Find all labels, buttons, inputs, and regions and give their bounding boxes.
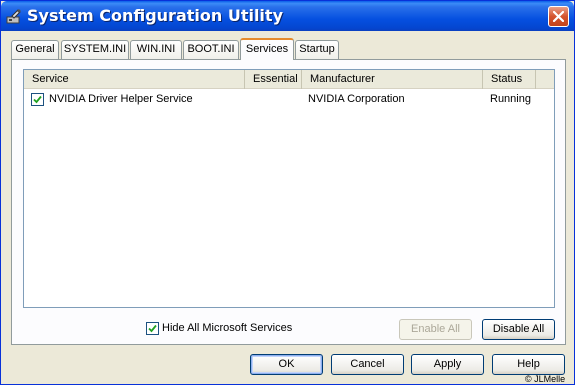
system-config-icon <box>6 8 22 24</box>
table-row[interactable]: NVIDIA Driver Helper Service NVIDIA Corp… <box>24 90 554 108</box>
help-button[interactable]: Help <box>492 354 565 375</box>
service-name: NVIDIA Driver Helper Service <box>49 93 193 105</box>
enable-all-button[interactable]: Enable All <box>399 319 472 340</box>
hide-microsoft-services-checkbox[interactable] <box>146 322 159 335</box>
checkmark-icon <box>33 95 42 104</box>
column-header-status[interactable]: Status <box>483 70 536 89</box>
column-header-service[interactable]: Service <box>24 70 245 89</box>
list-header: Service Essential Manufacturer Status <box>24 70 554 89</box>
tab-startup[interactable]: Startup <box>295 40 339 59</box>
title-bar[interactable]: System Configuration Utility <box>1 1 574 31</box>
tab-services[interactable]: Services <box>240 38 294 60</box>
close-button[interactable] <box>548 6 569 27</box>
tab-system-ini[interactable]: SYSTEM.INI <box>61 40 129 59</box>
cancel-button[interactable]: Cancel <box>331 354 404 375</box>
ok-button[interactable]: OK <box>250 354 323 375</box>
tab-win-ini[interactable]: WIN.INI <box>130 40 182 59</box>
column-header-manufacturer[interactable]: Manufacturer <box>302 70 483 89</box>
tab-boot-ini[interactable]: BOOT.INI <box>183 40 239 59</box>
service-manufacturer: NVIDIA Corporation <box>308 93 405 105</box>
services-panel: Service Essential Manufacturer Status NV… <box>11 59 566 345</box>
system-configuration-window: System Configuration Utility General SYS… <box>0 0 575 385</box>
window-title: System Configuration Utility <box>27 6 283 25</box>
hide-microsoft-services-label[interactable]: Hide All Microsoft Services <box>162 322 292 334</box>
column-header-essential[interactable]: Essential <box>245 70 302 89</box>
services-list[interactable]: Service Essential Manufacturer Status NV… <box>23 69 555 308</box>
service-checkbox[interactable] <box>31 93 44 106</box>
close-icon <box>553 11 564 22</box>
service-status: Running <box>490 93 531 105</box>
apply-button[interactable]: Apply <box>411 354 484 375</box>
tab-general[interactable]: General <box>11 40 59 59</box>
watermark: © JLMelle <box>525 374 566 384</box>
disable-all-button[interactable]: Disable All <box>482 319 555 340</box>
checkmark-icon <box>148 324 157 333</box>
